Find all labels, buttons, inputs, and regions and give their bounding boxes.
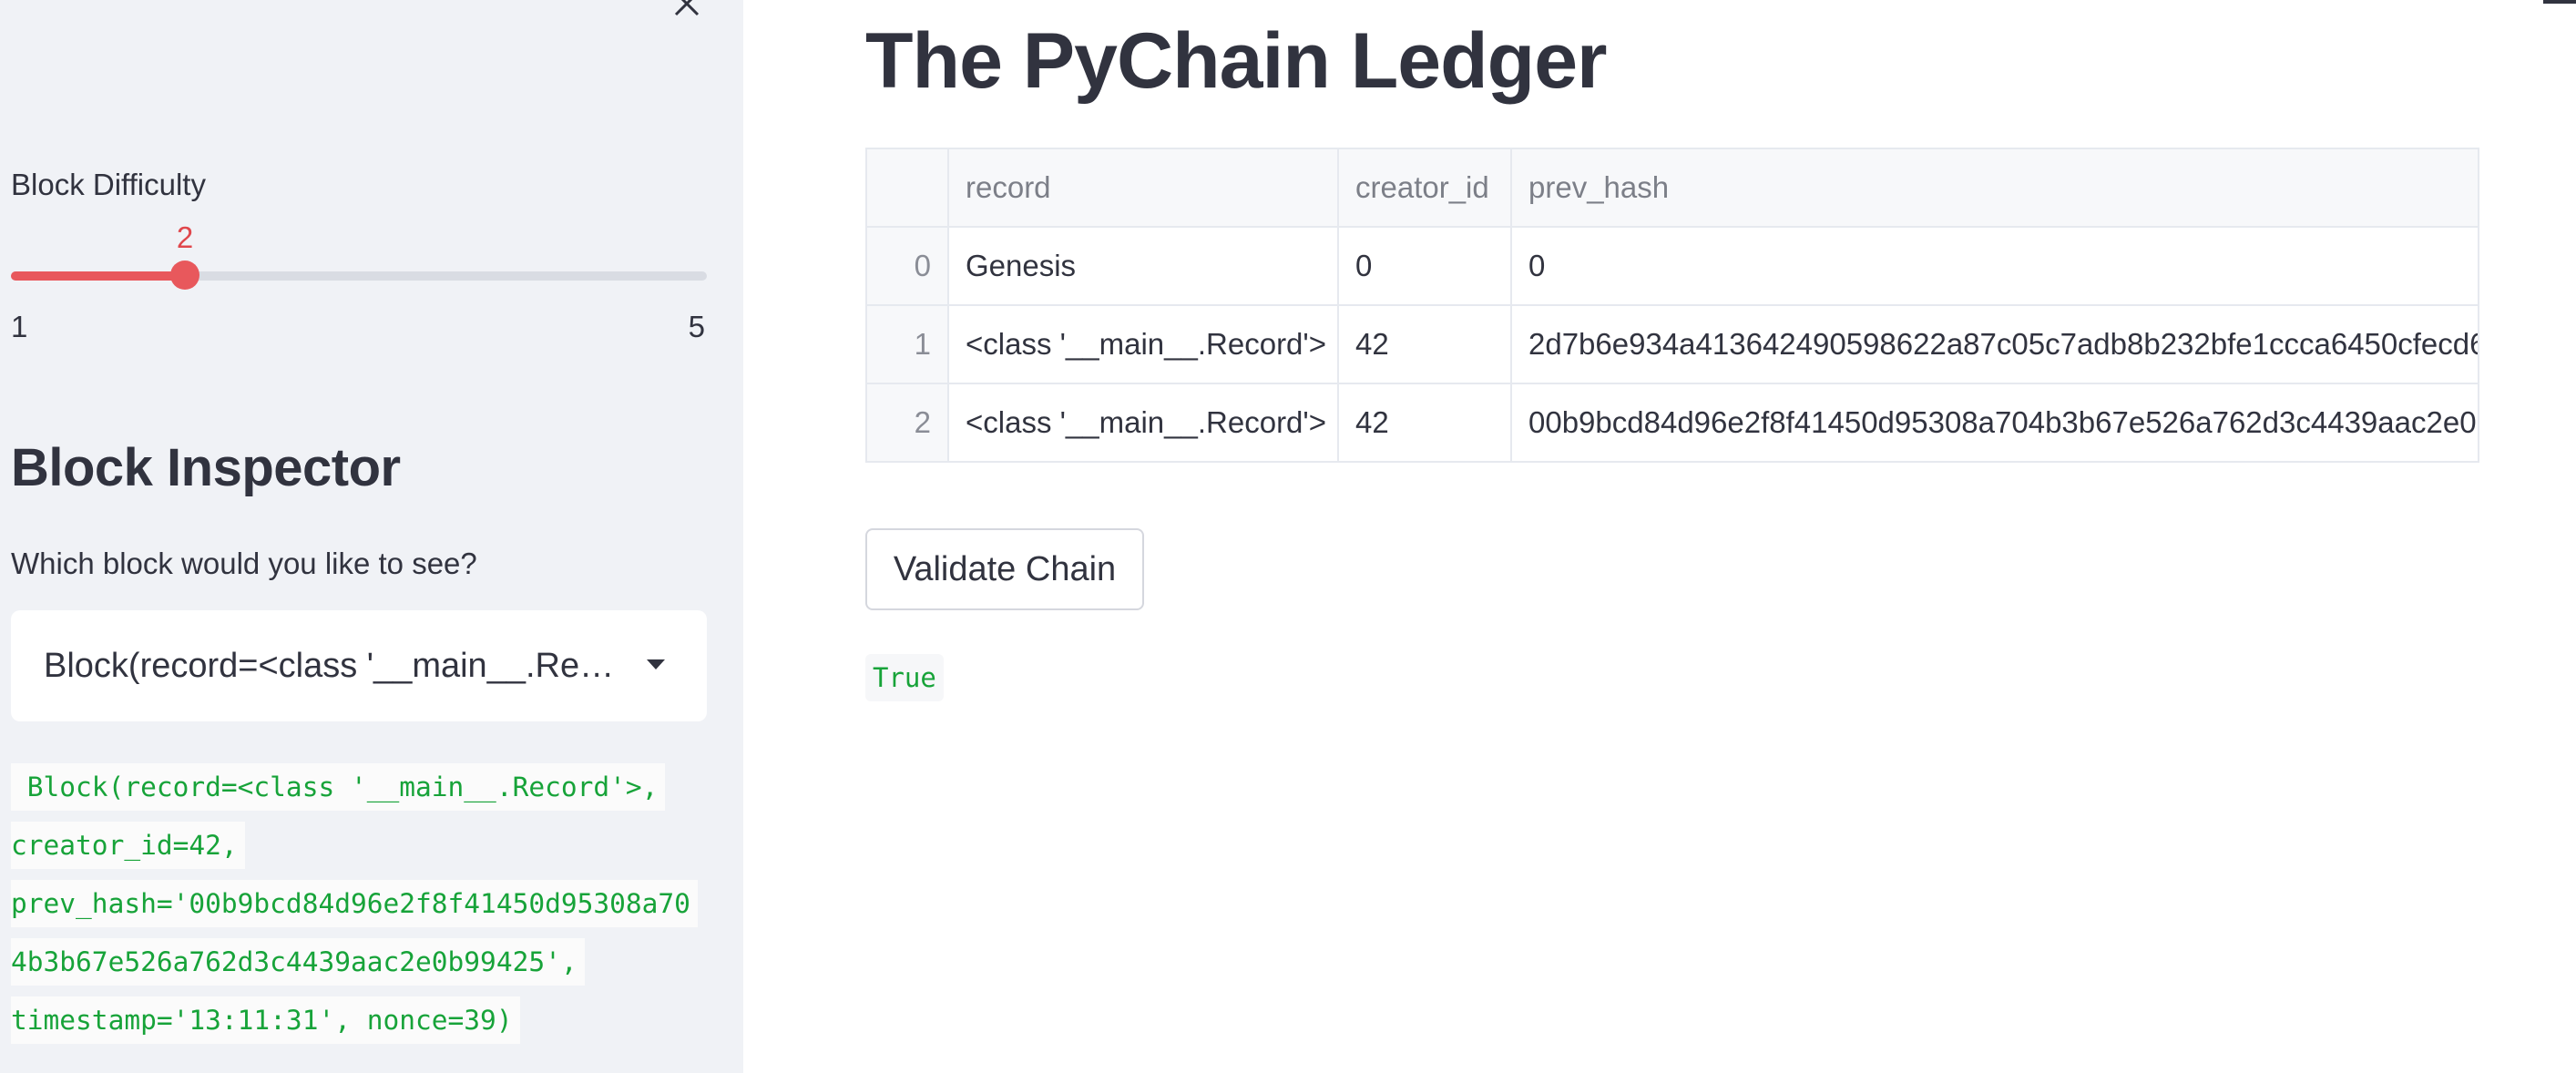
menu-icon[interactable] <box>2543 0 2576 4</box>
code-line: 4b3b67e526a762d3c4439aac2e0b99425', <box>11 938 585 986</box>
row-index: 0 <box>865 226 949 306</box>
table-row: 2 <class '__main__.Record'> 42 00b9bcd84… <box>865 383 2479 463</box>
app-window: Block Difficulty 2 1 5 Block Inspector W… <box>0 0 2576 1073</box>
code-line: prev_hash='00b9bcd84d96e2f8f41450d95308a… <box>11 880 698 927</box>
block-select-value: Block(record=<class '__main__.Record'>, … <box>44 647 627 685</box>
sidebar: Block Difficulty 2 1 5 Block Inspector W… <box>0 0 743 1073</box>
slider-value: 2 <box>176 220 194 254</box>
code-line: creator_id=42, <box>11 822 245 869</box>
block-select[interactable]: Block(record=<class '__main__.Record'>, … <box>11 610 707 721</box>
cell-prev-hash: 00b9bcd84d96e2f8f41450d95308a704b3b67e52… <box>1510 383 2479 463</box>
table-header-prev-hash: prev_hash <box>1510 148 2479 228</box>
cell-prev-hash: 2d7b6e934a413642490598622a87c05c7adb8b23… <box>1510 304 2479 384</box>
cell-creator-id: 42 <box>1337 383 1512 463</box>
code-line: Block(record=<class '__main__.Record'>, <box>11 763 666 811</box>
cell-record: <class '__main__.Record'> <box>947 383 1339 463</box>
cell-creator-id: 42 <box>1337 304 1512 384</box>
close-icon[interactable] <box>670 0 703 20</box>
cell-creator-id: 0 <box>1337 226 1512 306</box>
validate-chain-button[interactable]: Validate Chain <box>865 528 1144 610</box>
table-header-row: record creator_id prev_hash <box>865 148 2479 228</box>
cell-record: Genesis <box>947 226 1339 306</box>
table-row: 1 <class '__main__.Record'> 42 2d7b6e934… <box>865 304 2479 384</box>
block-inspector-title: Block Inspector <box>11 438 401 497</box>
table-header-index <box>865 148 949 228</box>
difficulty-slider[interactable] <box>11 261 707 290</box>
code-line: timestamp='13:11:31', nonce=39) <box>11 996 520 1044</box>
cell-prev-hash: 0 <box>1510 226 2479 306</box>
page-title: The PyChain Ledger <box>865 17 1607 105</box>
chevron-down-icon[interactable] <box>647 659 665 669</box>
table-header-creator-id: creator_id <box>1337 148 1512 228</box>
block-select-label: Which block would you like to see? <box>11 547 477 580</box>
slider-thumb[interactable] <box>170 261 199 290</box>
slider-max-label: 5 <box>688 310 705 343</box>
validation-result: True <box>865 654 944 701</box>
slider-label: Block Difficulty <box>11 168 206 201</box>
slider-min-label: 1 <box>11 310 28 343</box>
table-row: 0 Genesis 0 0 <box>865 226 2479 306</box>
row-index: 1 <box>865 304 949 384</box>
row-index: 2 <box>865 383 949 463</box>
ledger-table: record creator_id prev_hash 0 Genesis 0 … <box>865 148 2479 463</box>
cell-record: <class '__main__.Record'> <box>947 304 1339 384</box>
slider-fill <box>11 271 185 281</box>
block-detail-code: Block(record=<class '__main__.Record'>,c… <box>11 763 731 1055</box>
table-header-record: record <box>947 148 1339 228</box>
